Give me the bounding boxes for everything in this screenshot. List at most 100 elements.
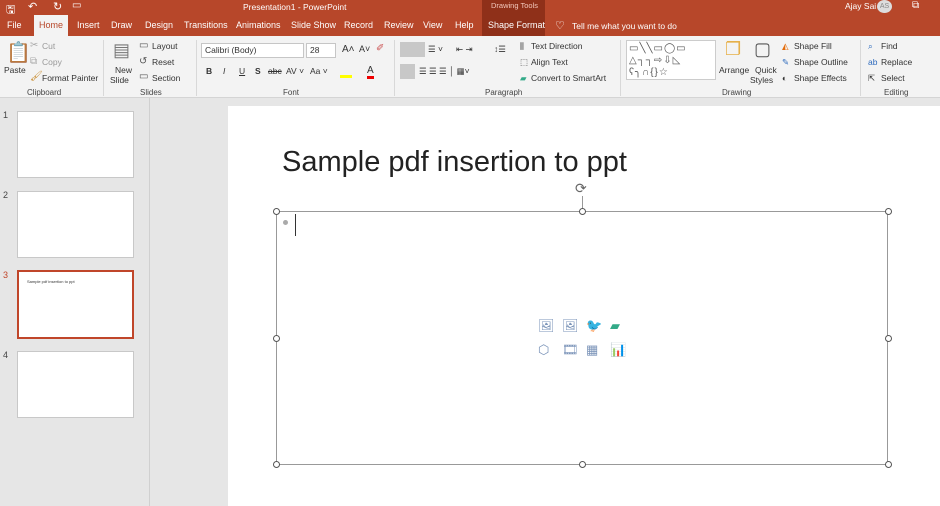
bullets-button[interactable] xyxy=(400,42,425,57)
numbering-button[interactable]: ☰ ˅ xyxy=(428,44,443,55)
title-bar: 🖫 ↶ ↻ ▭ Presentation1 - PowerPoint Drawi… xyxy=(0,0,940,36)
content-placeholder[interactable] xyxy=(276,211,888,465)
slide-thumbnail[interactable] xyxy=(17,351,134,418)
font-color-button[interactable]: A xyxy=(367,65,374,79)
indent-buttons[interactable]: ⇤ ⇥ xyxy=(456,44,473,55)
line-spacing-button[interactable]: ↕☰ xyxy=(494,44,506,55)
quick-styles-button[interactable]: Quick xyxy=(755,65,777,75)
find-icon: ⌕ xyxy=(868,41,873,51)
align-buttons[interactable]: ☰ ☰ ☰ │ ▦˅ xyxy=(419,66,470,77)
tab-transitions[interactable]: Transitions xyxy=(179,15,233,36)
slide-number: 3 xyxy=(3,270,9,280)
resize-handle[interactable] xyxy=(885,461,892,468)
avatar[interactable]: AS xyxy=(877,0,892,13)
tab-insert[interactable]: Insert xyxy=(72,15,105,36)
insert-picture-icon[interactable]: 🖼 xyxy=(538,318,555,334)
table-icon[interactable]: ▦ xyxy=(586,342,598,358)
tab-help[interactable]: Help xyxy=(450,15,479,36)
tab-view[interactable]: View xyxy=(418,15,447,36)
paste-icon[interactable]: 📋 xyxy=(6,40,31,65)
grow-font-button[interactable]: A˄ xyxy=(342,44,355,55)
arrange-button[interactable]: Arrange xyxy=(719,65,749,75)
font-name-select[interactable]: Calibri (Body) xyxy=(201,43,304,58)
tab-shape-format[interactable]: Shape Format xyxy=(483,15,550,36)
bullet-point xyxy=(283,220,288,225)
text-direction-button[interactable]: Text Direction xyxy=(531,41,583,51)
cut-button[interactable]: Cut xyxy=(42,41,55,51)
select-button[interactable]: Select xyxy=(881,73,905,83)
resize-handle[interactable] xyxy=(579,461,586,468)
reset-icon: ↺ xyxy=(139,56,148,67)
clear-formatting-icon[interactable]: ✐ xyxy=(376,43,384,54)
quick-styles-icon: ▢ xyxy=(754,39,772,59)
shape-outline-button[interactable]: Shape Outline xyxy=(794,57,848,67)
resize-handle[interactable] xyxy=(273,461,280,468)
resize-handle[interactable] xyxy=(273,335,280,342)
tab-animations[interactable]: Animations xyxy=(231,15,286,36)
resize-handle[interactable] xyxy=(273,208,280,215)
undo-icon[interactable]: ↶ xyxy=(28,0,37,13)
resize-handle[interactable] xyxy=(885,208,892,215)
tab-review[interactable]: Review xyxy=(379,15,419,36)
slide-thumbnail[interactable] xyxy=(17,111,134,178)
convert-smartart-button[interactable]: Convert to SmartArt xyxy=(531,73,606,83)
video-icon[interactable]: 🎞 xyxy=(562,342,579,358)
char-spacing-button[interactable]: AV ˅ xyxy=(286,66,304,76)
replace-icon: ab xyxy=(868,57,878,67)
tell-me-input[interactable]: Tell me what you want to do xyxy=(572,21,677,31)
slide-title[interactable]: Sample pdf insertion to ppt xyxy=(282,146,627,179)
tab-record[interactable]: Record xyxy=(339,15,378,36)
shape-fill-button[interactable]: Shape Fill xyxy=(794,41,832,51)
font-size-select[interactable]: 28 xyxy=(306,43,336,58)
new-slide-button[interactable]: New xyxy=(115,65,132,75)
online-picture-icon[interactable]: 🖼 xyxy=(562,318,579,334)
rotate-handle-icon[interactable]: ⟳ xyxy=(575,180,587,197)
slide-thumbnails-panel[interactable]: 1 2 3 Sample pdf insertion to ppt 4 xyxy=(0,98,150,506)
group-label-clipboard: Clipboard xyxy=(27,88,62,97)
shadow-button[interactable]: S xyxy=(255,66,261,76)
new-slide-icon: ▤ xyxy=(113,40,131,60)
reset-button[interactable]: Reset xyxy=(152,57,174,67)
paste-button[interactable]: Paste xyxy=(4,65,26,75)
slide-thumbnail[interactable] xyxy=(17,191,134,258)
change-case-button[interactable]: Aa ˅ xyxy=(310,66,328,76)
chart-icon[interactable]: 📊 xyxy=(610,342,626,358)
3d-model-icon[interactable]: ⬡ xyxy=(538,342,549,358)
slide-canvas[interactable]: Sample pdf insertion to ppt ⟳ 🖼 🖼 🐦 ▰ ⬡ … xyxy=(228,106,940,506)
icons-insert-icon[interactable]: 🐦 xyxy=(586,318,602,334)
section-button[interactable]: Section xyxy=(152,73,180,83)
quick-styles-button-line2[interactable]: Styles xyxy=(750,75,773,85)
align-text-button[interactable]: Align Text xyxy=(531,57,568,67)
present-icon[interactable]: ▭ xyxy=(72,0,81,11)
highlight-color-button[interactable] xyxy=(340,68,352,78)
underline-button[interactable]: U xyxy=(239,66,245,76)
resize-handle[interactable] xyxy=(579,208,586,215)
redo-icon[interactable]: ↻ xyxy=(53,0,62,13)
slide-thumbnail-selected[interactable]: Sample pdf insertion to ppt xyxy=(17,270,134,339)
copy-button[interactable]: Copy xyxy=(42,57,62,67)
shapes-gallery[interactable]: ▭╲╲▭◯▭ △┐┐⇨⇩◺ ʕ╮∩{}☆ xyxy=(626,40,716,80)
shrink-font-button[interactable]: A˅ xyxy=(359,44,370,54)
tab-file[interactable]: File xyxy=(2,15,27,36)
text-direction-icon: ⫼ xyxy=(520,41,524,51)
smartart-insert-icon[interactable]: ▰ xyxy=(610,318,620,334)
tab-design[interactable]: Design xyxy=(140,15,178,36)
align-left-button[interactable] xyxy=(400,64,415,79)
tab-slide-show[interactable]: Slide Show xyxy=(286,15,341,36)
bold-button[interactable]: B xyxy=(206,66,212,76)
format-painter-button[interactable]: Format Painter xyxy=(42,73,98,83)
ribbon-display-icon[interactable]: ⧉ xyxy=(912,0,919,11)
new-slide-button-line2[interactable]: Slide xyxy=(110,75,129,85)
replace-button[interactable]: Replace xyxy=(881,57,912,67)
resize-handle[interactable] xyxy=(885,335,892,342)
find-button[interactable]: Find xyxy=(881,41,898,51)
shape-effects-button[interactable]: Shape Effects xyxy=(794,73,847,83)
ribbon: 📋 Paste ✂ Cut ⧉ Copy 🖌 Format Painter Cl… xyxy=(0,36,940,98)
strikethrough-button[interactable]: abc xyxy=(268,66,282,76)
layout-button[interactable]: Layout xyxy=(152,41,178,51)
lightbulb-icon: ♡ xyxy=(555,20,565,32)
tab-home[interactable]: Home xyxy=(34,15,69,36)
tab-draw[interactable]: Draw xyxy=(106,15,137,36)
italic-button[interactable]: I xyxy=(223,66,225,76)
user-name[interactable]: Ajay Sai xyxy=(845,1,876,11)
